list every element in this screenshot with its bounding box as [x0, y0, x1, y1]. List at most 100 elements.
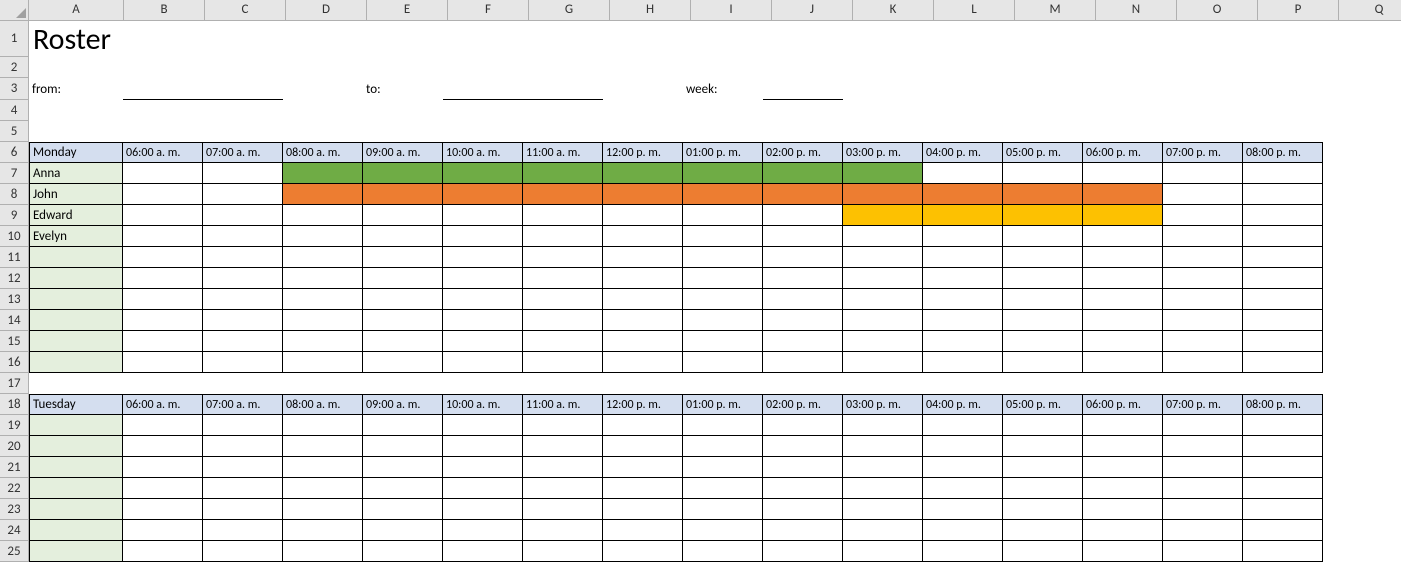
- shift-cell[interactable]: [443, 289, 523, 310]
- shift-cell[interactable]: [683, 289, 763, 310]
- cell[interactable]: [1323, 457, 1401, 478]
- employee-name[interactable]: [29, 247, 123, 268]
- cell[interactable]: [1323, 163, 1401, 184]
- shift-cell[interactable]: [843, 457, 923, 478]
- shift-cell[interactable]: [123, 478, 203, 499]
- shift-cell[interactable]: [683, 310, 763, 331]
- from-input[interactable]: [123, 78, 203, 100]
- shift-cell[interactable]: [1003, 226, 1083, 247]
- shift-cell[interactable]: [123, 247, 203, 268]
- shift-cell[interactable]: [203, 289, 283, 310]
- cell[interactable]: [1163, 373, 1243, 394]
- cell[interactable]: [123, 57, 203, 78]
- shift-cell[interactable]: [443, 331, 523, 352]
- grid-body[interactable]: 1Roster23from:to:week:456Monday06:00 a. …: [0, 21, 1401, 562]
- cell[interactable]: [1323, 541, 1401, 562]
- cell[interactable]: [843, 373, 923, 394]
- cell[interactable]: [1323, 142, 1401, 163]
- row-header[interactable]: 25: [0, 541, 29, 562]
- shift-cell[interactable]: [683, 352, 763, 373]
- shift-cell[interactable]: [843, 310, 923, 331]
- shift-cell[interactable]: [1003, 205, 1083, 226]
- cell[interactable]: [1003, 373, 1083, 394]
- cell[interactable]: [603, 21, 683, 57]
- shift-cell[interactable]: [763, 436, 843, 457]
- shift-cell[interactable]: [1083, 436, 1163, 457]
- shift-cell[interactable]: [523, 520, 603, 541]
- shift-cell[interactable]: [443, 499, 523, 520]
- shift-cell[interactable]: [283, 331, 363, 352]
- shift-cell[interactable]: [1243, 310, 1323, 331]
- employee-name[interactable]: [29, 352, 123, 373]
- cell[interactable]: [1323, 268, 1401, 289]
- shift-cell[interactable]: [1243, 541, 1323, 562]
- column-header-F[interactable]: F: [448, 0, 529, 20]
- cell[interactable]: [443, 373, 523, 394]
- cell[interactable]: [763, 57, 843, 78]
- shift-cell[interactable]: [1243, 247, 1323, 268]
- shift-cell[interactable]: [363, 163, 443, 184]
- shift-cell[interactable]: [443, 205, 523, 226]
- shift-cell[interactable]: [1243, 331, 1323, 352]
- shift-cell[interactable]: [523, 478, 603, 499]
- shift-cell[interactable]: [1243, 457, 1323, 478]
- shift-cell[interactable]: [763, 541, 843, 562]
- shift-cell[interactable]: [283, 247, 363, 268]
- shift-cell[interactable]: [1003, 184, 1083, 205]
- column-header-N[interactable]: N: [1096, 0, 1177, 20]
- shift-cell[interactable]: [923, 352, 1003, 373]
- shift-cell[interactable]: [923, 205, 1003, 226]
- shift-cell[interactable]: [1163, 289, 1243, 310]
- row-header[interactable]: 12: [0, 268, 29, 289]
- shift-cell[interactable]: [443, 184, 523, 205]
- employee-name[interactable]: [29, 436, 123, 457]
- shift-cell[interactable]: [443, 436, 523, 457]
- cell[interactable]: [1323, 478, 1401, 499]
- shift-cell[interactable]: [683, 226, 763, 247]
- shift-cell[interactable]: [363, 247, 443, 268]
- shift-cell[interactable]: [203, 520, 283, 541]
- shift-cell[interactable]: [843, 331, 923, 352]
- shift-cell[interactable]: [763, 352, 843, 373]
- cell[interactable]: [203, 57, 283, 78]
- shift-cell[interactable]: [123, 436, 203, 457]
- shift-cell[interactable]: [763, 205, 843, 226]
- cell[interactable]: [1163, 21, 1243, 57]
- cell[interactable]: [1163, 100, 1243, 121]
- shift-cell[interactable]: [683, 436, 763, 457]
- employee-name[interactable]: [29, 457, 123, 478]
- cell[interactable]: [443, 121, 523, 142]
- shift-cell[interactable]: [683, 184, 763, 205]
- shift-cell[interactable]: [523, 205, 603, 226]
- shift-cell[interactable]: [1243, 478, 1323, 499]
- shift-cell[interactable]: [603, 499, 683, 520]
- column-header-C[interactable]: C: [205, 0, 286, 20]
- shift-cell[interactable]: [1003, 268, 1083, 289]
- shift-cell[interactable]: [923, 331, 1003, 352]
- shift-cell[interactable]: [203, 310, 283, 331]
- spreadsheet[interactable]: ABCDEFGHIJKLMNOPQ 1Roster23from:to:week:…: [0, 0, 1401, 562]
- row-header[interactable]: 1: [0, 21, 29, 57]
- shift-cell[interactable]: [523, 352, 603, 373]
- shift-cell[interactable]: [363, 226, 443, 247]
- shift-cell[interactable]: [203, 478, 283, 499]
- cell[interactable]: [1243, 21, 1323, 57]
- employee-name[interactable]: [29, 520, 123, 541]
- cell[interactable]: [1243, 100, 1323, 121]
- row-header[interactable]: 4: [0, 100, 29, 121]
- cell[interactable]: [1243, 78, 1323, 100]
- shift-cell[interactable]: [1163, 163, 1243, 184]
- shift-cell[interactable]: [1243, 352, 1323, 373]
- shift-cell[interactable]: [1003, 541, 1083, 562]
- cell[interactable]: [763, 121, 843, 142]
- row-header[interactable]: 13: [0, 289, 29, 310]
- shift-cell[interactable]: [363, 457, 443, 478]
- cell[interactable]: [283, 373, 363, 394]
- cell[interactable]: [1323, 184, 1401, 205]
- shift-cell[interactable]: [603, 520, 683, 541]
- cell[interactable]: [363, 121, 443, 142]
- shift-cell[interactable]: [923, 184, 1003, 205]
- shift-cell[interactable]: [123, 520, 203, 541]
- shift-cell[interactable]: [603, 289, 683, 310]
- shift-cell[interactable]: [683, 520, 763, 541]
